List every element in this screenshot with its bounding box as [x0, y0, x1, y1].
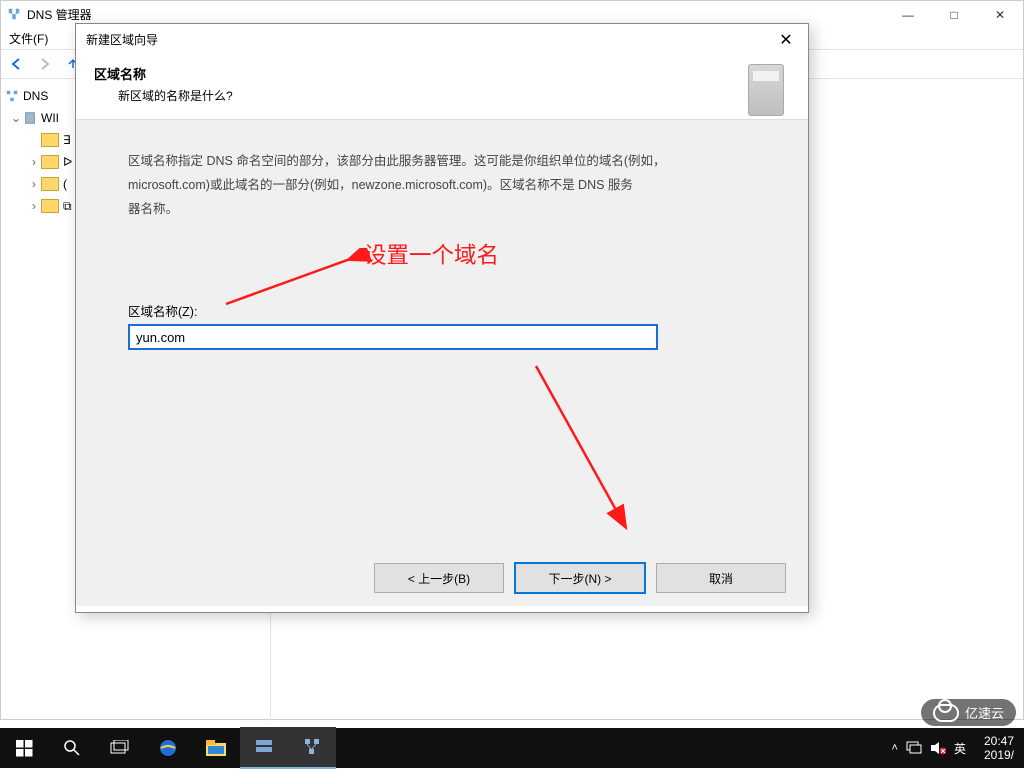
- tree-twisty-icon[interactable]: ›: [27, 199, 41, 213]
- folder-icon: [41, 133, 59, 147]
- nav-forward-button[interactable]: [33, 52, 57, 76]
- annotation-label: 设置一个域名: [364, 238, 499, 270]
- wizard-step-title: 区域名称: [94, 64, 233, 83]
- tree-folder-2-label: ᐅ: [63, 155, 72, 169]
- tree-folder-4-label: ⧉: [63, 199, 72, 214]
- taskbar[interactable]: ˄ 英 20:47 2019/: [0, 728, 1024, 768]
- dns-manager-taskbar-button[interactable]: [288, 727, 336, 769]
- dns-app-icon: [7, 7, 21, 21]
- task-view-icon: [110, 740, 130, 756]
- tree-folder-3-label: (: [63, 177, 67, 191]
- wizard-description: 区域名称指定 DNS 命名空间的部分，该部分由此服务器管理。这可能是你组织单位的…: [128, 150, 756, 221]
- search-icon: [63, 739, 81, 757]
- folder-icon: [41, 199, 59, 213]
- tree-root-label: DNS: [23, 89, 48, 103]
- windows-logo-icon: [16, 740, 33, 757]
- clock-time: 20:47: [984, 734, 1014, 748]
- nav-back-button[interactable]: [5, 52, 29, 76]
- ie-icon: [157, 737, 179, 759]
- cancel-button[interactable]: 取消: [656, 563, 786, 593]
- close-button[interactable]: ✕: [977, 1, 1023, 29]
- cloud-icon: [933, 704, 959, 722]
- tree-twisty-open-icon[interactable]: ⌄: [9, 111, 23, 125]
- desc-line1: 区域名称指定 DNS 命名空间的部分，该部分由此服务器管理。这可能是你组织单位的…: [128, 154, 666, 168]
- back-button[interactable]: < 上一步(B): [374, 563, 504, 593]
- wizard-titlebar[interactable]: 新建区域向导: [76, 24, 808, 54]
- folder-icon: [41, 177, 59, 191]
- dns-root-icon: [5, 89, 19, 103]
- app-title: DNS 管理器: [27, 6, 92, 23]
- zone-name-input[interactable]: [128, 324, 658, 350]
- tree-twisty-icon[interactable]: ›: [27, 155, 41, 169]
- clock-date: 2019/: [984, 748, 1014, 762]
- wizard-close-button[interactable]: ✕: [770, 28, 802, 52]
- search-button[interactable]: [48, 728, 96, 768]
- server-icon: [23, 111, 37, 125]
- watermark-text: 亿速云: [965, 703, 1004, 722]
- start-button[interactable]: [0, 728, 48, 768]
- new-zone-wizard-dialog: 新建区域向导 ✕ 区域名称 新区域的名称是什么? 区域名称指定 DNS 命名空间…: [75, 23, 809, 613]
- zone-name-label: 区域名称(Z):: [128, 301, 756, 320]
- taskbar-clock[interactable]: 20:47 2019/: [974, 734, 1024, 763]
- network-icon[interactable]: [906, 741, 922, 755]
- volume-muted-icon[interactable]: [930, 741, 946, 755]
- minimize-button[interactable]: —: [885, 1, 931, 29]
- task-view-button[interactable]: [96, 728, 144, 768]
- watermark-badge: 亿速云: [921, 699, 1016, 726]
- ime-indicator[interactable]: 英: [954, 740, 966, 757]
- ie-taskbar-button[interactable]: [144, 728, 192, 768]
- dns-taskbar-icon: [303, 738, 321, 756]
- folder-icon: [41, 155, 59, 169]
- server-illustration-icon: [748, 64, 784, 116]
- explorer-taskbar-button[interactable]: [192, 728, 240, 768]
- tray-chevron-up-icon[interactable]: ˄: [892, 742, 898, 754]
- system-tray: ˄ 英 20:47 2019/: [884, 728, 1024, 768]
- server-manager-taskbar-button[interactable]: [240, 727, 288, 769]
- desc-line2: microsoft.com)或此域名的一部分(例如，newzone.micros…: [128, 178, 633, 192]
- file-explorer-icon: [206, 740, 226, 756]
- tree-folder-1-label: ∃: [63, 133, 71, 147]
- maximize-button[interactable]: □: [931, 1, 977, 29]
- tree-twisty-icon[interactable]: ›: [27, 177, 41, 191]
- wizard-title: 新建区域向导: [86, 31, 158, 48]
- next-button[interactable]: 下一步(N) >: [514, 562, 646, 594]
- wizard-step-subtitle: 新区域的名称是什么?: [118, 87, 233, 104]
- window-controls: — □ ✕: [885, 1, 1023, 29]
- wizard-footer: < 上一步(B) 下一步(N) > 取消: [76, 550, 808, 606]
- wizard-body: 区域名称指定 DNS 命名空间的部分，该部分由此服务器管理。这可能是你组织单位的…: [76, 120, 808, 550]
- tree-server-label: WII: [41, 111, 59, 125]
- server-manager-icon: [254, 738, 274, 756]
- desc-line3: 器名称。: [128, 202, 178, 216]
- menu-file[interactable]: 文件(F): [9, 30, 48, 47]
- wizard-header: 区域名称 新区域的名称是什么?: [76, 54, 808, 120]
- annotation-arrow-2-icon: [530, 360, 640, 540]
